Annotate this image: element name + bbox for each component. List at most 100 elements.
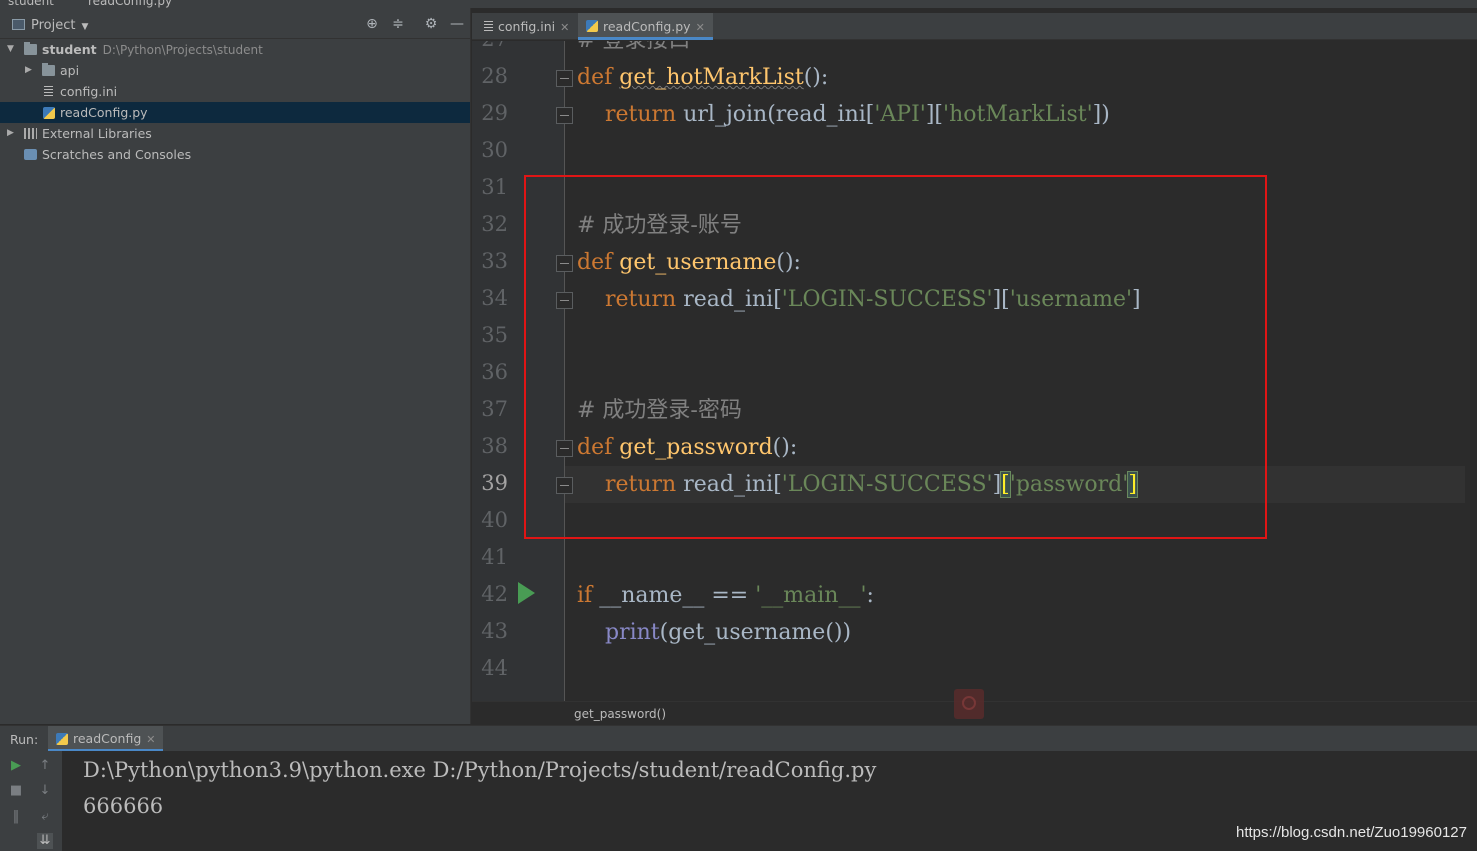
- code-text: ():: [803, 65, 829, 90]
- scratches-icon: [24, 149, 37, 160]
- run-panel-header: Run: readConfig ✕: [0, 725, 1477, 752]
- collapse-all-icon[interactable]: ≑: [390, 16, 406, 32]
- code-line: print(get_username()): [577, 614, 1477, 651]
- tree-item-readconfig-py[interactable]: readConfig.py: [0, 102, 470, 123]
- code-keyword: return: [604, 102, 677, 127]
- code-text: __name__ ==: [599, 583, 749, 608]
- line-number: 32: [481, 212, 508, 236]
- hide-panel-icon[interactable]: —: [449, 16, 465, 32]
- python-file-icon: [43, 107, 55, 119]
- breadcrumb-project[interactable]: student: [8, 0, 54, 8]
- tab-config-ini[interactable]: config.ini ✕: [476, 13, 577, 40]
- line-number: 36: [481, 360, 508, 384]
- tree-item-scratches[interactable]: Scratches and Consoles: [0, 144, 470, 165]
- tree-item-api[interactable]: ▶ api: [0, 60, 470, 81]
- code-keyword: def: [577, 65, 613, 90]
- line-number: 27: [472, 41, 508, 51]
- project-panel-header: Project ▼ ⊕ ≑ ⚙ —: [0, 8, 470, 39]
- expand-arrow-icon[interactable]: ▶: [7, 123, 14, 144]
- console-output-line: D:\Python\python3.9\python.exe D:/Python…: [83, 758, 877, 782]
- tree-item-label: readConfig.py: [60, 105, 148, 120]
- expand-arrow-icon[interactable]: ▼: [7, 39, 14, 60]
- libraries-icon: [24, 128, 37, 139]
- gear-icon[interactable]: ⚙: [423, 16, 439, 32]
- line-number: 31: [481, 175, 508, 199]
- line-number: 38: [481, 434, 508, 458]
- close-icon[interactable]: ✕: [146, 733, 155, 746]
- tree-item-label: api: [60, 63, 80, 78]
- search-icon[interactable]: [954, 689, 984, 719]
- line-number: 35: [481, 323, 508, 347]
- line-number: 40: [481, 508, 508, 532]
- close-icon[interactable]: ✕: [696, 21, 705, 34]
- code-builtin: print: [604, 620, 660, 645]
- folder-icon: [24, 42, 37, 55]
- tree-item-label: Scratches and Consoles: [42, 147, 192, 162]
- line-number: 33: [481, 249, 508, 273]
- python-file-icon: [56, 733, 68, 745]
- fold-marker-icon[interactable]: [556, 70, 573, 87]
- arrow-down-icon[interactable]: ↓: [37, 783, 53, 799]
- code-function-name: get_hotMarkList: [619, 65, 804, 90]
- scroll-to-end-icon[interactable]: ⇊: [37, 833, 53, 849]
- editor-breadcrumb-bar: get_password(): [472, 689, 1477, 725]
- tree-item-external-libraries[interactable]: ▶ External Libraries: [0, 123, 470, 144]
- line-number: 30: [481, 138, 508, 162]
- navigation-breadcrumb: student readConfig.py: [0, 0, 1477, 8]
- tab-readconfig-py[interactable]: readConfig.py ✕: [578, 13, 713, 40]
- pause-icon[interactable]: ‖: [8, 809, 24, 825]
- project-panel-title: Project: [31, 18, 76, 33]
- code-string: '__main__': [755, 583, 867, 608]
- tab-label: readConfig.py: [603, 19, 691, 34]
- run-tab-readconfig[interactable]: readConfig ✕: [48, 726, 164, 752]
- console-output-line: 666666: [83, 794, 164, 818]
- project-view-selector[interactable]: Project ▼: [12, 18, 88, 33]
- expand-arrow-icon[interactable]: ▶: [25, 60, 32, 81]
- breadcrumb-file[interactable]: readConfig.py: [88, 0, 172, 8]
- project-icon: [12, 19, 25, 30]
- code-text: (get_username()): [659, 620, 852, 645]
- tab-label: config.ini: [498, 19, 556, 34]
- watermark-text: https://blog.csdn.net/Zuo19960127: [1235, 824, 1467, 841]
- code-text: url_join(read_ini[: [683, 102, 875, 127]
- tree-item-label: student: [42, 42, 97, 57]
- tree-item-config-ini[interactable]: config.ini: [0, 81, 470, 102]
- line-number-current: 39: [481, 471, 508, 495]
- code-string: 'hotMarkList': [943, 102, 1093, 127]
- close-icon[interactable]: ✕: [560, 21, 569, 34]
- line-number: 41: [481, 545, 508, 569]
- ini-file-icon: [484, 21, 493, 32]
- line-number: 34: [481, 286, 508, 310]
- stop-icon[interactable]: ■: [8, 783, 24, 799]
- folder-icon: [42, 63, 55, 76]
- line-number: 28: [481, 64, 508, 88]
- code-string: 'API': [874, 102, 926, 127]
- code-text: ][: [925, 102, 944, 127]
- code-text: ]): [1092, 102, 1110, 127]
- line-number: 29: [481, 101, 508, 125]
- run-toolbar: ▶ ↑ ■ ↓ ‖ ⤶ ⇊: [0, 751, 62, 851]
- run-gutter-icon[interactable]: [518, 582, 535, 604]
- code-line: if __name__ == '__main__':: [577, 577, 1477, 614]
- code-line: # 登录接口: [577, 41, 1477, 59]
- run-label: Run:: [10, 732, 39, 747]
- soft-wrap-icon[interactable]: ⤶: [37, 809, 53, 825]
- line-number: 42: [481, 582, 508, 606]
- code-line: def get_hotMarkList():: [577, 59, 1477, 96]
- rerun-icon[interactable]: ▶: [8, 758, 24, 774]
- arrow-up-icon[interactable]: ↑: [37, 758, 53, 774]
- code-comment: # 登录接口: [577, 41, 690, 53]
- chevron-down-icon: ▼: [81, 22, 89, 32]
- tree-item-label: config.ini: [60, 84, 118, 99]
- tree-item-label: External Libraries: [42, 126, 152, 141]
- fold-marker-icon[interactable]: [556, 107, 573, 124]
- tree-item-student[interactable]: ▼ student D:\Python\Projects\student: [0, 39, 470, 60]
- code-text: :: [866, 583, 874, 608]
- highlight-annotation-box: [524, 175, 1267, 539]
- locate-file-icon[interactable]: ⊕: [364, 16, 380, 32]
- line-number: 44: [481, 656, 508, 680]
- project-panel: Project ▼ ⊕ ≑ ⚙ — ▼ student D:\Python\Proj…: [0, 8, 471, 724]
- ini-file-icon: [44, 86, 53, 97]
- breadcrumb-function[interactable]: get_password(): [574, 707, 666, 721]
- code-editor[interactable]: 27 28 29 30 31 32 33 34 35 36 37 38 39 4…: [472, 41, 1477, 701]
